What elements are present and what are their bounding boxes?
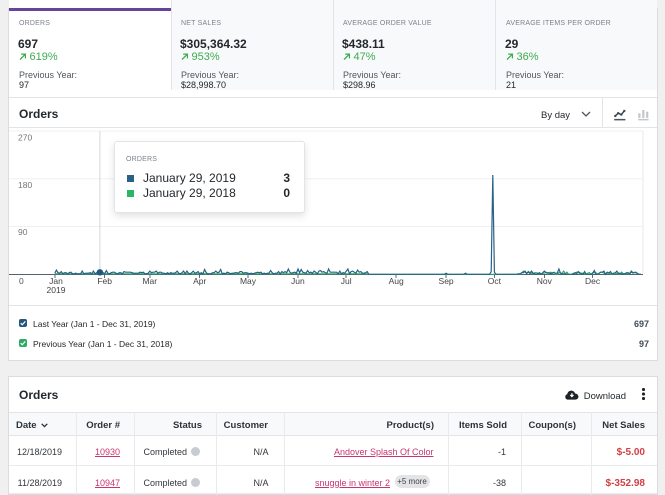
svg-text:Jun: Jun bbox=[291, 276, 305, 286]
svg-text:Feb: Feb bbox=[97, 276, 112, 286]
svg-text:Oct: Oct bbox=[488, 276, 502, 286]
svg-text:2019: 2019 bbox=[47, 285, 66, 295]
svg-text:Jul: Jul bbox=[341, 276, 352, 286]
svg-text:Mar: Mar bbox=[142, 276, 157, 286]
svg-text:90: 90 bbox=[18, 227, 28, 237]
svg-text:Sep: Sep bbox=[439, 276, 454, 286]
svg-text:270: 270 bbox=[18, 133, 32, 143]
svg-text:0: 0 bbox=[19, 276, 24, 286]
svg-text:180: 180 bbox=[18, 180, 32, 190]
svg-text:Dec: Dec bbox=[585, 276, 601, 286]
svg-text:Aug: Aug bbox=[389, 276, 404, 286]
svg-text:Nov: Nov bbox=[537, 276, 553, 286]
svg-text:May: May bbox=[240, 276, 257, 286]
svg-text:Apr: Apr bbox=[193, 276, 206, 286]
